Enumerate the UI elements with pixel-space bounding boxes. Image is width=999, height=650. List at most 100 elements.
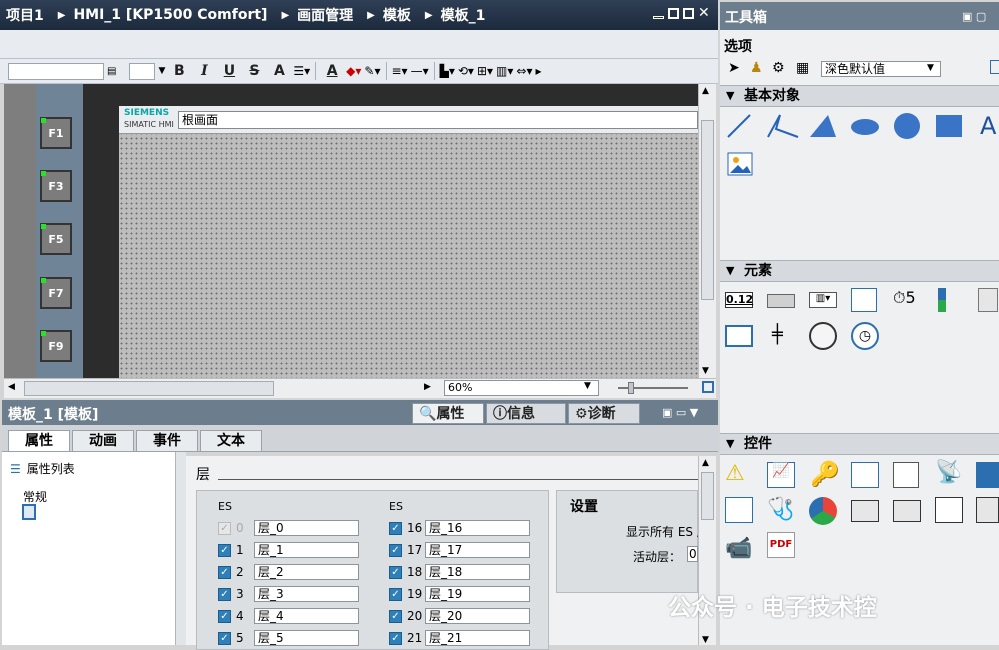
property-list-header[interactable]: ☰ 属性列表	[10, 460, 75, 477]
layer-3-name[interactable]: 层_3	[254, 586, 359, 602]
section-controls[interactable]: ▼ 控件	[720, 433, 999, 455]
layer-20-name[interactable]: 层_20	[425, 608, 530, 624]
font-name-input[interactable]	[8, 62, 104, 80]
symbolic-io-tool-icon[interactable]: ▥▾	[809, 292, 837, 308]
close-icon[interactable]: ✕	[698, 6, 710, 20]
function-key-f7[interactable]: F7	[40, 277, 72, 309]
settings-icon[interactable]: ⚙	[772, 60, 785, 76]
tab-properties[interactable]: 🔍属性	[412, 403, 484, 424]
layer-20-checkbox[interactable]: ✓	[389, 610, 402, 623]
plc-code-viewer-tool-icon[interactable]: 🩺	[767, 497, 794, 522]
layer-1-name[interactable]: 层_1	[254, 542, 359, 558]
graphic-io-tool-icon[interactable]	[851, 288, 877, 312]
size-icon[interactable]: ⇔▾	[516, 64, 532, 78]
sm-diagnostic-tool-icon[interactable]: 📡	[935, 460, 962, 485]
font-color-button[interactable]: A	[321, 63, 343, 79]
breadcrumb-project[interactable]: 项目1	[6, 5, 44, 25]
layer-1-checkbox[interactable]: ✓	[218, 544, 231, 557]
zoom-select[interactable]: 60%	[444, 380, 599, 396]
user-icon[interactable]: ♟	[750, 60, 763, 76]
breadcrumb-template-1[interactable]: 模板_1	[441, 5, 486, 25]
horizontal-scroll-thumb[interactable]	[24, 381, 274, 396]
subtab-events[interactable]: 事件	[136, 430, 198, 452]
fx-trend-tool-icon[interactable]	[725, 497, 753, 523]
text-field-tool-icon[interactable]: A	[980, 112, 996, 140]
section-basic-objects[interactable]: ▼ 基本对象	[720, 85, 999, 107]
circle-tool-icon[interactable]	[894, 113, 920, 139]
maximize-icon[interactable]	[683, 8, 694, 19]
trend-view-tool-icon[interactable]: 📈	[767, 462, 795, 488]
layer-17-checkbox[interactable]: ✓	[389, 544, 402, 557]
system-diagnostic-tool-icon[interactable]	[976, 462, 999, 488]
tab-diagnostics[interactable]: ⚙诊断	[568, 403, 640, 424]
bar-tool-icon[interactable]	[938, 288, 946, 312]
more-icon[interactable]: ▸	[535, 64, 541, 78]
media-player-tool-icon[interactable]	[809, 497, 837, 525]
inspector-window-icons[interactable]: ▣ ▭ ▼	[662, 406, 698, 419]
more-options-icon[interactable]	[990, 60, 999, 74]
screen-canvas[interactable]	[119, 106, 699, 378]
line-color-icon[interactable]: ✎▾	[364, 64, 380, 78]
layer-17-name[interactable]: 层_17	[425, 542, 530, 558]
minimize-icon[interactable]	[653, 16, 664, 19]
arrange-icon[interactable]: ▙▾	[440, 64, 455, 78]
text-align-icon[interactable]: ☰▾	[293, 64, 310, 78]
panel-splitter[interactable]	[176, 452, 186, 645]
editor-vertical-scrollbar[interactable]: ▲ ▼	[698, 84, 716, 378]
layer-18-checkbox[interactable]: ✓	[389, 566, 402, 579]
layer-0-name[interactable]: 层_0	[254, 520, 359, 536]
inspector-scroll-thumb[interactable]	[701, 472, 714, 520]
breadcrumb-screen-management[interactable]: 画面管理	[297, 5, 353, 25]
rectangle-tool-icon[interactable]	[936, 115, 962, 137]
fill-color-icon[interactable]: ◆▾	[346, 64, 361, 78]
tab-info[interactable]: ⓘ信息	[486, 403, 566, 424]
status-force-tool-icon[interactable]	[851, 500, 879, 522]
scroll-up-icon[interactable]: ▲	[702, 458, 709, 468]
web-browser-tool-icon[interactable]	[851, 462, 879, 488]
layer-18-name[interactable]: 层_18	[425, 564, 530, 580]
pointer-icon[interactable]: ➤	[728, 60, 740, 76]
distribute-icon[interactable]: ▥▾	[496, 64, 513, 78]
subtab-texts[interactable]: 文本	[200, 430, 262, 452]
scroll-left-icon[interactable]: ◀	[8, 382, 15, 392]
io-field-tool-icon[interactable]: 0.12	[725, 292, 753, 308]
layer-2-name[interactable]: 层_2	[254, 564, 359, 580]
user-view-tool-icon[interactable]: 🔑	[810, 460, 840, 488]
scroll-right-icon[interactable]: ▶	[424, 382, 431, 392]
screen-title-field[interactable]: 根画面	[178, 111, 698, 129]
rotate-icon[interactable]: ⟲▾	[458, 64, 474, 78]
ellipse-tool-icon[interactable]	[851, 119, 879, 135]
layer-3-checkbox[interactable]: ✓	[218, 588, 231, 601]
symbol-library-tool-icon[interactable]	[725, 325, 753, 347]
layer-2-checkbox[interactable]: ✓	[218, 566, 231, 579]
layer-4-name[interactable]: 层_4	[254, 608, 359, 624]
scroll-down-icon[interactable]: ▼	[702, 635, 709, 645]
camera-view-tool-icon[interactable]: 📹	[725, 536, 752, 561]
layer-16-checkbox[interactable]: ✓	[389, 522, 402, 535]
alarm-view-tool-icon[interactable]: ⚠	[725, 461, 745, 486]
slider-tool-icon[interactable]: ╪	[772, 322, 788, 350]
function-key-f5[interactable]: F5	[40, 223, 72, 255]
breadcrumb-device[interactable]: HMI_1 [KP1500 Comfort]	[73, 7, 267, 23]
dropdown-arrow-icon[interactable]: ▼	[584, 381, 591, 391]
function-key-f1[interactable]: F1	[40, 117, 72, 149]
switch-tool-icon[interactable]	[978, 288, 998, 312]
line-style-icon[interactable]: —▾	[411, 64, 429, 78]
italic-button[interactable]: I	[193, 63, 215, 79]
scroll-up-icon[interactable]: ▲	[702, 86, 709, 96]
vertical-scroll-thumb[interactable]	[701, 120, 714, 300]
font-list-icon[interactable]: ▤	[107, 66, 116, 77]
font-grow-button[interactable]: A	[268, 63, 290, 79]
fit-view-icon[interactable]	[702, 381, 714, 393]
line-tool-icon[interactable]	[727, 114, 751, 138]
button-tool-icon[interactable]	[767, 294, 795, 308]
dropdown-arrow-icon[interactable]: ▼	[927, 63, 934, 73]
breadcrumb-templates[interactable]: 模板	[383, 5, 411, 25]
restore-icon[interactable]	[668, 8, 679, 19]
layer-19-name[interactable]: 层_19	[425, 586, 530, 602]
style-select[interactable]: 深色默认值	[821, 61, 941, 77]
subtab-animations[interactable]: 动画	[72, 430, 134, 452]
zoom-slider-handle[interactable]	[628, 382, 634, 394]
layer-16-name[interactable]: 层_16	[425, 520, 530, 536]
f-tool-icon[interactable]	[976, 497, 999, 523]
